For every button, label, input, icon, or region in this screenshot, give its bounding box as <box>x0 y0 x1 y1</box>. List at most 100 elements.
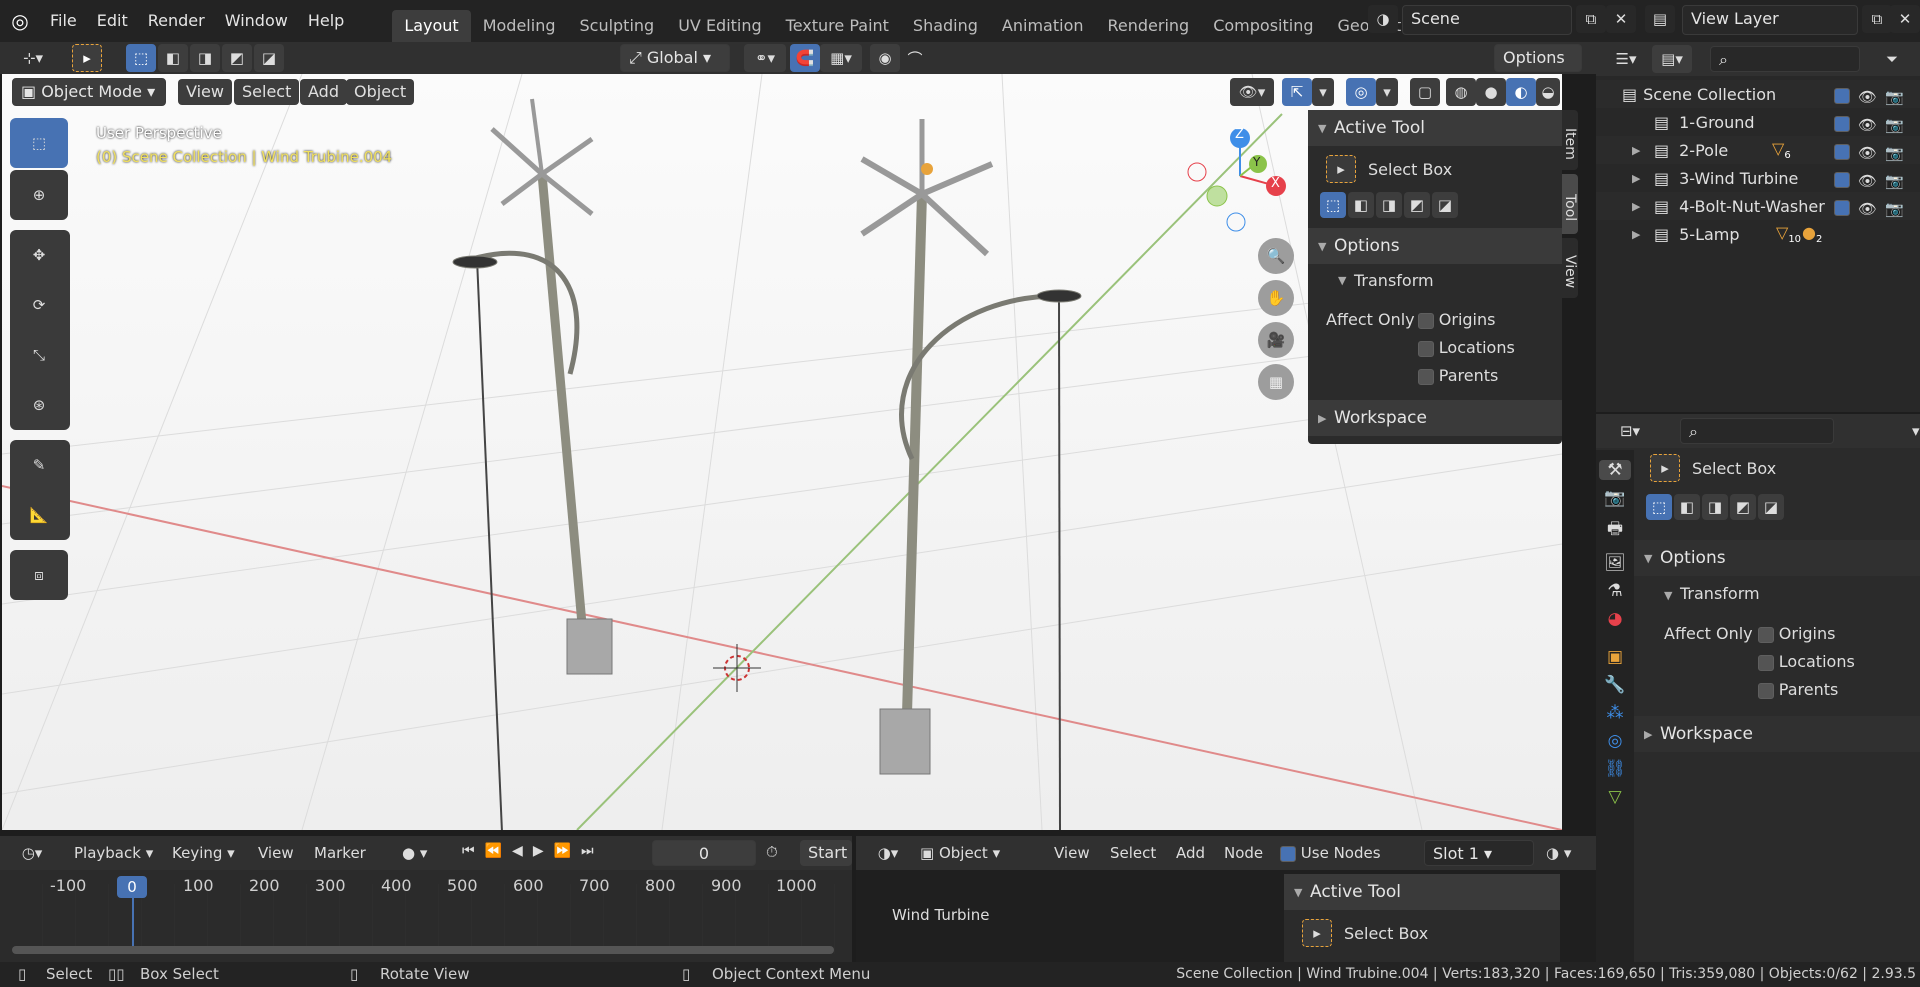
blender-logo-icon[interactable]: ◎ <box>0 9 40 33</box>
transform-tool-icon[interactable]: ⊛ <box>10 380 68 430</box>
properties-origins-checkbox[interactable]: Origins <box>1758 624 1835 643</box>
menu-edit[interactable]: Edit <box>87 0 138 42</box>
shader-menu-add[interactable]: Add <box>1176 844 1205 862</box>
shader-active-tool-header[interactable]: ▼ Active Tool <box>1284 874 1560 910</box>
mode-intersect-icon[interactable]: ◪ <box>1432 192 1458 218</box>
snap-icon[interactable]: 🧲 <box>790 44 820 72</box>
select-tool-icon[interactable]: ⬚ <box>10 118 68 168</box>
mode-invert-icon[interactable]: ◩ <box>1730 494 1756 520</box>
menu-render[interactable]: Render <box>138 0 215 42</box>
eye-icon[interactable]: 👁 <box>1858 116 1877 134</box>
properties-search-input[interactable]: ⌕ <box>1680 418 1834 444</box>
view-layer-field[interactable]: View Layer <box>1682 5 1858 35</box>
visibility-icon[interactable]: 👁▾ <box>1230 78 1274 106</box>
menu-help[interactable]: Help <box>298 0 354 42</box>
render-icon[interactable]: 📷 <box>1885 88 1904 106</box>
viewport-menu-view[interactable]: View <box>178 79 232 105</box>
mode-invert-icon[interactable]: ◩ <box>1404 192 1430 218</box>
select-intersect-icon[interactable]: ◪ <box>254 44 284 72</box>
exclude-checkbox[interactable] <box>1834 144 1850 160</box>
scene-tab-icon[interactable]: ⚗ <box>1607 581 1622 601</box>
move-tool-icon[interactable]: ✥ <box>10 230 68 280</box>
mode-extend-icon[interactable]: ◧ <box>1674 494 1700 520</box>
tab-rendering[interactable]: Rendering <box>1096 10 1202 42</box>
camera-icon[interactable]: 🎥 <box>1258 322 1294 358</box>
world-tab-icon[interactable]: ◕ <box>1608 609 1623 629</box>
gizmo-toggle-icon[interactable]: ⇱ <box>1282 78 1312 106</box>
output-tab-icon[interactable]: 🖶 <box>1607 516 1623 545</box>
overlay-menu-icon[interactable]: ▾ <box>1376 78 1398 106</box>
mode-subtract-icon[interactable]: ◨ <box>1702 494 1728 520</box>
viewport-menu-add[interactable]: Add <box>300 79 347 105</box>
select-box-tool-icon[interactable]: ▸ <box>72 44 102 72</box>
use-nodes-checkbox[interactable]: Use Nodes <box>1280 844 1381 862</box>
mode-intersect-icon[interactable]: ◪ <box>1758 494 1784 520</box>
shader-object-dropdown[interactable]: ▣ Object ▾ <box>920 844 1050 862</box>
navigation-gizmo[interactable]: Z X Y <box>1180 124 1300 244</box>
origins-checkbox[interactable]: Origins <box>1418 310 1495 329</box>
outliner-item-lamp[interactable]: ▶ ▤ 5-Lamp ▽10 ●2 <box>1596 220 1920 248</box>
snap-target-icon[interactable]: ▦▾ <box>820 44 862 72</box>
shader-menu-node[interactable]: Node <box>1224 844 1263 862</box>
tab-compositing[interactable]: Compositing <box>1201 10 1325 42</box>
jump-start-icon[interactable]: ⏮ <box>462 843 475 859</box>
add-cube-tool-icon[interactable]: ⧈ <box>10 550 68 600</box>
tab-animation[interactable]: Animation <box>990 10 1096 42</box>
rendered-shading-icon[interactable]: ◒ <box>1536 78 1560 106</box>
view-layer-tab-icon[interactable]: 🖼 <box>1604 553 1626 573</box>
tab-tool[interactable]: Tool <box>1562 174 1578 234</box>
stopwatch-icon[interactable]: ⏱ <box>766 843 778 861</box>
render-icon[interactable]: 📷 <box>1885 172 1904 190</box>
view-layer-icon[interactable]: ▤ <box>1645 5 1675 33</box>
falloff-icon[interactable]: ⌒ <box>900 44 930 72</box>
play-reverse-icon[interactable]: ◀ <box>512 843 523 859</box>
eye-icon[interactable]: 👁 <box>1858 88 1877 106</box>
select-box-icon[interactable]: ▸ <box>1302 919 1332 947</box>
shader-menu-select[interactable]: Select <box>1110 844 1156 862</box>
rotate-tool-icon[interactable]: ⟳ <box>10 280 68 330</box>
scene-field[interactable]: Scene <box>1402 5 1572 35</box>
select-invert-icon[interactable]: ◩ <box>222 44 252 72</box>
timeline-menu-playback[interactable]: Playback ▾ <box>74 844 153 862</box>
eye-icon[interactable]: 👁 <box>1858 144 1877 162</box>
viewport-menu-object[interactable]: Object <box>346 79 415 105</box>
shader-type-icon[interactable]: ◑▾ <box>866 839 910 867</box>
display-mode-icon[interactable]: ▤▾ <box>1652 45 1692 73</box>
data-tab-icon[interactable]: ▽ <box>1608 787 1621 807</box>
tab-sculpting[interactable]: Sculpting <box>567 10 666 42</box>
shader-menu-view[interactable]: View <box>1054 844 1090 862</box>
delete-scene-icon[interactable]: ✕ <box>1606 5 1636 33</box>
timeline-menu-marker[interactable]: Marker <box>314 844 366 862</box>
current-frame-field[interactable]: 0 <box>652 840 756 866</box>
mode-extend-icon[interactable]: ◧ <box>1348 192 1374 218</box>
tab-shading[interactable]: Shading <box>901 10 990 42</box>
locations-checkbox[interactable]: Locations <box>1418 338 1515 357</box>
particles-tab-icon[interactable]: ⁂ <box>1607 703 1624 723</box>
cursor-tool-icon[interactable]: ⊕ <box>10 170 68 220</box>
tab-layout[interactable]: Layout <box>392 10 471 42</box>
gizmo-menu-icon[interactable]: ▾ <box>1312 78 1334 106</box>
timeline-menu-keying[interactable]: Keying ▾ <box>172 844 235 862</box>
annotate-tool-icon[interactable]: ✎ <box>10 440 68 490</box>
render-tab-icon[interactable]: 📷 <box>1604 488 1625 508</box>
properties-locations-checkbox[interactable]: Locations <box>1758 652 1855 671</box>
render-icon[interactable]: 📷 <box>1885 144 1904 162</box>
exclude-checkbox[interactable] <box>1834 88 1850 104</box>
properties-transform-subheader[interactable]: ▼ Transform <box>1664 584 1760 603</box>
wireframe-shading-icon[interactable]: ◍ <box>1446 78 1476 106</box>
delete-view-layer-icon[interactable]: ✕ <box>1890 5 1920 33</box>
mode-dropdown[interactable]: ▣ Object Mode ▾ <box>12 78 166 106</box>
mode-new-icon[interactable]: ⬚ <box>1320 192 1346 218</box>
exclude-checkbox[interactable] <box>1834 116 1850 132</box>
render-icon[interactable]: 📷 <box>1885 200 1904 218</box>
timeline-menu-view[interactable]: View <box>258 844 294 862</box>
select-extend-icon[interactable]: ◧ <box>158 44 188 72</box>
object-tab-icon[interactable]: ▣ <box>1607 647 1623 667</box>
select-box-icon[interactable]: ▸ <box>1326 155 1356 183</box>
tab-uv-editing[interactable]: UV Editing <box>666 10 773 42</box>
properties-options-header[interactable]: ▼ Options <box>1634 540 1920 576</box>
exclude-checkbox[interactable] <box>1834 200 1850 216</box>
parents-checkbox[interactable]: Parents <box>1418 366 1498 385</box>
menu-file[interactable]: File <box>40 0 87 42</box>
auto-keying-icon[interactable]: ● ▾ <box>402 844 427 862</box>
